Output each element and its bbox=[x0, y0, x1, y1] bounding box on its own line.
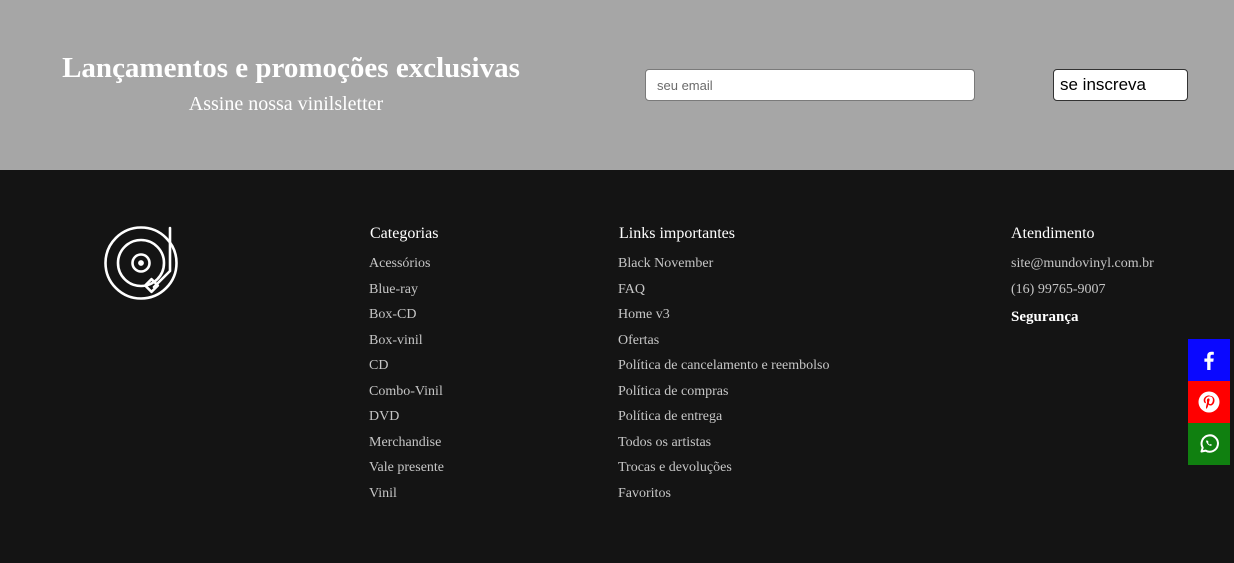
pinterest-icon bbox=[1198, 391, 1220, 413]
footer-link-label[interactable]: Home v3 bbox=[618, 307, 670, 322]
footer-service-column: Atendimento site@mundovinyl.com.br (16) … bbox=[1011, 224, 1154, 334]
category-link-label[interactable]: DVD bbox=[369, 409, 399, 424]
category-link[interactable]: CD bbox=[369, 353, 444, 379]
contact-email[interactable]: site@mundovinyl.com.br bbox=[1011, 251, 1154, 277]
category-link[interactable]: Merchandise bbox=[369, 430, 444, 456]
footer-link-label[interactable]: Trocas e devoluções bbox=[618, 460, 732, 475]
service-heading: Atendimento bbox=[1011, 225, 1095, 242]
footer-link[interactable]: Ofertas bbox=[618, 328, 829, 354]
footer-link[interactable]: Trocas e devoluções bbox=[618, 455, 829, 481]
category-link-label[interactable]: Acessórios bbox=[369, 256, 430, 271]
newsletter-title: Lançamentos e promoções exclusivas bbox=[62, 52, 520, 84]
footer-links-column: Links importantes Black November FAQ Hom… bbox=[618, 224, 829, 507]
categories-heading: Categorias bbox=[370, 225, 439, 242]
pinterest-share-button[interactable] bbox=[1188, 381, 1230, 423]
vinyl-turntable-icon[interactable] bbox=[104, 225, 180, 301]
contact-phone[interactable]: (16) 99765-9007 bbox=[1011, 277, 1154, 303]
footer-categories-column: Categorias Acessórios Blue-ray Box-CD Bo… bbox=[369, 224, 444, 507]
facebook-share-button[interactable] bbox=[1188, 339, 1230, 381]
category-link-label[interactable]: Box-CD bbox=[369, 307, 416, 322]
category-link-label[interactable]: Vinil bbox=[369, 486, 397, 501]
footer-link[interactable]: Black November bbox=[618, 251, 829, 277]
footer-link-label[interactable]: Ofertas bbox=[618, 333, 659, 348]
footer-link[interactable]: FAQ bbox=[618, 277, 829, 303]
footer-link[interactable]: Home v3 bbox=[618, 302, 829, 328]
category-link[interactable]: Box-CD bbox=[369, 302, 444, 328]
footer-link[interactable]: Todos os artistas bbox=[618, 430, 829, 456]
facebook-icon bbox=[1204, 351, 1214, 370]
footer-link-label[interactable]: Favoritos bbox=[618, 486, 671, 501]
footer-link-label[interactable]: Política de cancelamento e reembolso bbox=[618, 358, 829, 373]
category-link[interactable]: Box-vinil bbox=[369, 328, 444, 354]
contact-email-label[interactable]: site@mundovinyl.com.br bbox=[1011, 256, 1154, 271]
category-link-label[interactable]: CD bbox=[369, 358, 388, 373]
whatsapp-share-button[interactable] bbox=[1188, 423, 1230, 465]
footer-link[interactable]: Política de entrega bbox=[618, 404, 829, 430]
footer-link[interactable]: Política de compras bbox=[618, 379, 829, 405]
category-link[interactable]: Combo-Vinil bbox=[369, 379, 444, 405]
footer-link[interactable]: Favoritos bbox=[618, 481, 829, 507]
security-heading: Segurança bbox=[1011, 309, 1079, 325]
footer-link-label[interactable]: Política de compras bbox=[618, 384, 728, 399]
footer-link-label[interactable]: Black November bbox=[618, 256, 713, 271]
contact-phone-label[interactable]: (16) 99765-9007 bbox=[1011, 282, 1106, 297]
footer-link-label[interactable]: Política de entrega bbox=[618, 409, 722, 424]
newsletter-subtitle: Assine nossa vinilsletter bbox=[188, 93, 384, 115]
category-link[interactable]: Acessórios bbox=[369, 251, 444, 277]
category-link-label[interactable]: Merchandise bbox=[369, 435, 441, 450]
footer-link-label[interactable]: FAQ bbox=[618, 282, 645, 297]
category-link[interactable]: Vale presente bbox=[369, 455, 444, 481]
links-heading: Links importantes bbox=[619, 225, 735, 242]
category-link[interactable]: Vinil bbox=[369, 481, 444, 507]
newsletter-section: Lançamentos e promoções exclusivas Assin… bbox=[0, 0, 1234, 170]
footer-link-label[interactable]: Todos os artistas bbox=[618, 435, 711, 450]
category-link-label[interactable]: Vale presente bbox=[369, 460, 444, 475]
category-link-label[interactable]: Combo-Vinil bbox=[369, 384, 443, 399]
newsletter-email-input[interactable] bbox=[645, 69, 975, 101]
category-link-label[interactable]: Blue-ray bbox=[369, 282, 418, 297]
footer-link[interactable]: Política de cancelamento e reembolso bbox=[618, 353, 829, 379]
category-link[interactable]: DVD bbox=[369, 404, 444, 430]
whatsapp-icon bbox=[1200, 434, 1219, 453]
subscribe-button[interactable]: se inscreva bbox=[1053, 69, 1188, 101]
category-link[interactable]: Blue-ray bbox=[369, 277, 444, 303]
category-link-label[interactable]: Box-vinil bbox=[369, 333, 423, 348]
share-bar bbox=[1188, 339, 1230, 465]
